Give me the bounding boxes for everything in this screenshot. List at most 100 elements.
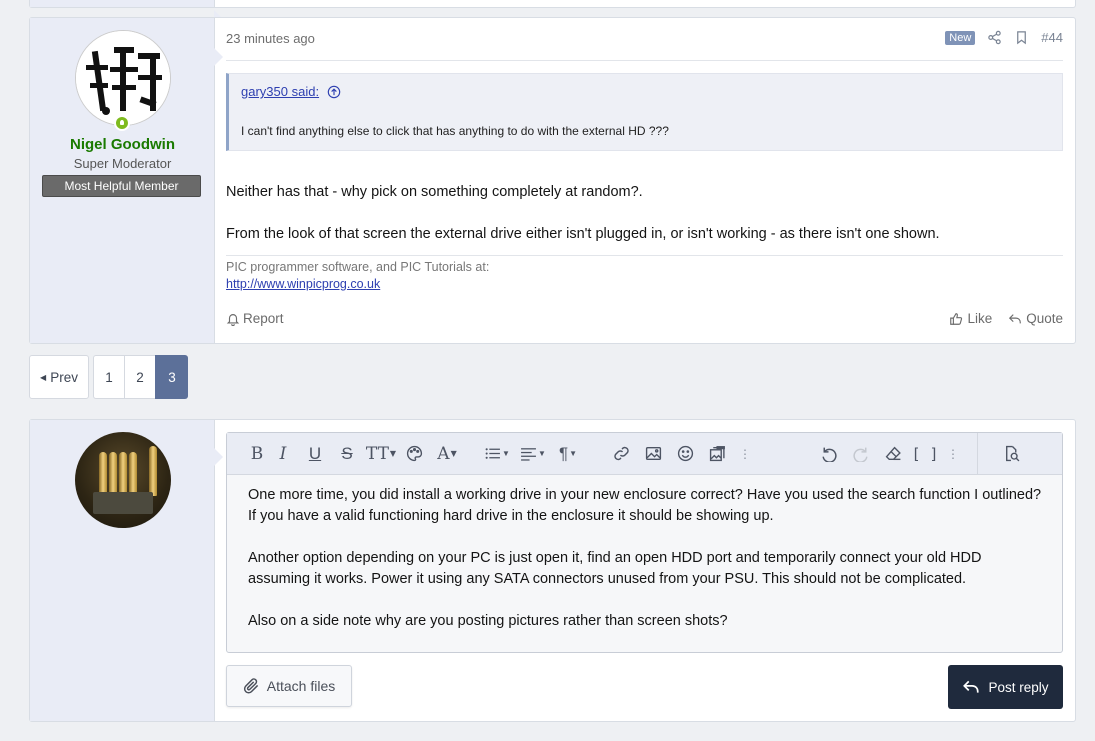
clear-format-button[interactable] <box>877 433 909 475</box>
chevron-down-icon: ▼ <box>389 449 397 458</box>
username[interactable]: Nigel Goodwin <box>30 136 215 153</box>
strikethrough-button[interactable]: S <box>331 433 363 475</box>
previous-post-fragment <box>29 0 1076 28</box>
post-reactions: Like Quote <box>949 311 1063 326</box>
share-icon[interactable] <box>987 30 1002 45</box>
editor-content[interactable]: One more time, you did install a working… <box>248 485 1044 653</box>
paragraph-icon: ¶ <box>558 443 569 463</box>
thumbs-up-icon <box>950 312 963 325</box>
post-message: Neither has that - why pick on something… <box>226 182 940 266</box>
user-title: Super Moderator <box>73 156 172 171</box>
undo-icon <box>821 447 837 462</box>
smiley-icon <box>677 445 693 462</box>
prev-label: Prev <box>50 369 78 385</box>
text-size-icon: TT <box>365 443 389 464</box>
italic-icon: I <box>279 443 287 464</box>
rich-text-editor[interactable]: B I U S TT ▼ A ▼ ▼ ▼ ¶ ▼ ⋮ [] ⋮ One mor… <box>226 432 1063 653</box>
editor-paragraph: One more time, you did install a working… <box>248 487 1042 524</box>
reply-arrow-icon <box>1009 313 1022 323</box>
paragraph-button[interactable]: ¶ ▼ <box>551 433 585 475</box>
strikethrough-icon: S <box>341 443 353 463</box>
attach-files-label: Attach files <box>266 678 336 694</box>
chevron-down-icon: ▼ <box>569 449 578 458</box>
underline-button[interactable]: U <box>299 433 331 475</box>
editor-paragraph: Also on a side note why are you posting … <box>248 613 728 629</box>
header-divider <box>226 60 1063 61</box>
avatar[interactable] <box>75 30 171 126</box>
emoji-button[interactable] <box>669 433 701 475</box>
palette-icon <box>406 445 422 462</box>
bell-icon <box>226 313 240 326</box>
preview-button[interactable] <box>978 433 1044 475</box>
underline-icon: U <box>308 443 322 463</box>
bold-icon: B <box>250 443 264 464</box>
more-vertical-icon: ⋮ <box>947 446 959 461</box>
page-numbers: 1 2 3 <box>93 355 188 399</box>
toolbar-gap <box>465 433 479 475</box>
image-button[interactable] <box>637 433 669 475</box>
jump-to-quote-icon[interactable] <box>327 85 341 99</box>
quote-label: Quote <box>1026 311 1063 326</box>
align-button[interactable]: ▼ <box>515 433 551 475</box>
link-button[interactable] <box>605 433 637 475</box>
list-button[interactable]: ▼ <box>479 433 515 475</box>
more-options-button[interactable]: ⋮ <box>733 433 757 475</box>
page-3-button[interactable]: 3 <box>155 355 188 399</box>
chevron-down-icon: ▼ <box>502 449 510 458</box>
chevron-down-icon: ▼ <box>538 449 546 458</box>
like-label: Like <box>967 311 993 326</box>
quote-author-link[interactable]: gary350 said: <box>241 84 341 99</box>
page-1-button[interactable]: 1 <box>93 355 124 399</box>
quote-button[interactable]: Quote <box>1008 311 1063 326</box>
text-size-button[interactable]: TT ▼ <box>363 433 399 475</box>
quote-block: gary350 said: I can't find anything else… <box>226 73 1063 151</box>
italic-button[interactable]: I <box>267 433 299 475</box>
avatar[interactable] <box>75 432 171 528</box>
attach-files-button[interactable]: Attach files <box>226 665 352 707</box>
editor-toolbar: B I U S TT ▼ A ▼ ▼ ▼ ¶ ▼ ⋮ [] ⋮ <box>227 432 1062 475</box>
post-number[interactable]: #44 <box>1041 30 1063 45</box>
gallery-icon <box>709 446 725 462</box>
font-icon: A <box>437 443 450 464</box>
new-badge: New <box>945 30 976 45</box>
redo-button[interactable] <box>845 433 877 475</box>
image-icon <box>645 446 661 461</box>
stripper-clip-image <box>93 492 153 514</box>
bookmark-icon[interactable] <box>1014 30 1029 45</box>
font-button[interactable]: A ▼ <box>429 433 465 475</box>
previous-post-user-cell <box>30 0 223 28</box>
undo-button[interactable] <box>811 433 845 475</box>
quote-text: I can't find anything else to click that… <box>241 124 669 138</box>
quick-reply: B I U S TT ▼ A ▼ ▼ ▼ ¶ ▼ ⋮ [] ⋮ One mor… <box>29 419 1076 722</box>
eraser-icon <box>885 446 901 461</box>
media-gallery-button[interactable] <box>701 433 733 475</box>
online-status-icon <box>114 115 130 131</box>
redo-icon <box>852 447 868 462</box>
page-2-button[interactable]: 2 <box>124 355 155 399</box>
signature-divider <box>226 255 1063 256</box>
bbcode-button[interactable]: [ ] <box>909 433 941 475</box>
post-timestamp[interactable]: 23 minutes ago <box>226 31 315 46</box>
chevron-down-icon: ▼ <box>450 449 457 458</box>
signature-link[interactable]: http://www.winpicprog.co.uk <box>226 277 380 291</box>
message-paragraph: From the look of that screen the externa… <box>226 226 940 242</box>
toolbar-gap <box>965 433 977 475</box>
editor-paragraph: Another option depending on your PC is j… <box>248 550 982 587</box>
toolbar-gap <box>585 433 605 475</box>
more-vertical-icon: ⋮ <box>739 446 751 461</box>
like-button[interactable]: Like <box>949 311 992 326</box>
more-options-button[interactable]: ⋮ <box>941 433 965 475</box>
paperclip-icon <box>243 678 258 694</box>
forum-post: Nigel Goodwin Super Moderator Most Helpf… <box>29 17 1076 344</box>
report-action[interactable]: Report <box>226 311 284 326</box>
message-paragraph: Neither has that - why pick on something… <box>226 184 643 200</box>
post-reply-label: Post reply <box>988 679 1049 695</box>
brackets-icon: [ ] <box>911 444 939 463</box>
bold-button[interactable]: B <box>247 433 267 475</box>
prev-page-button[interactable]: ◀ Prev <box>29 355 89 399</box>
post-reply-button[interactable]: Post reply <box>948 665 1063 709</box>
toolbar-gap <box>757 433 811 475</box>
quote-author[interactable]: gary350 said: <box>241 84 319 99</box>
report-label: Report <box>243 311 284 326</box>
color-button[interactable] <box>399 433 429 475</box>
